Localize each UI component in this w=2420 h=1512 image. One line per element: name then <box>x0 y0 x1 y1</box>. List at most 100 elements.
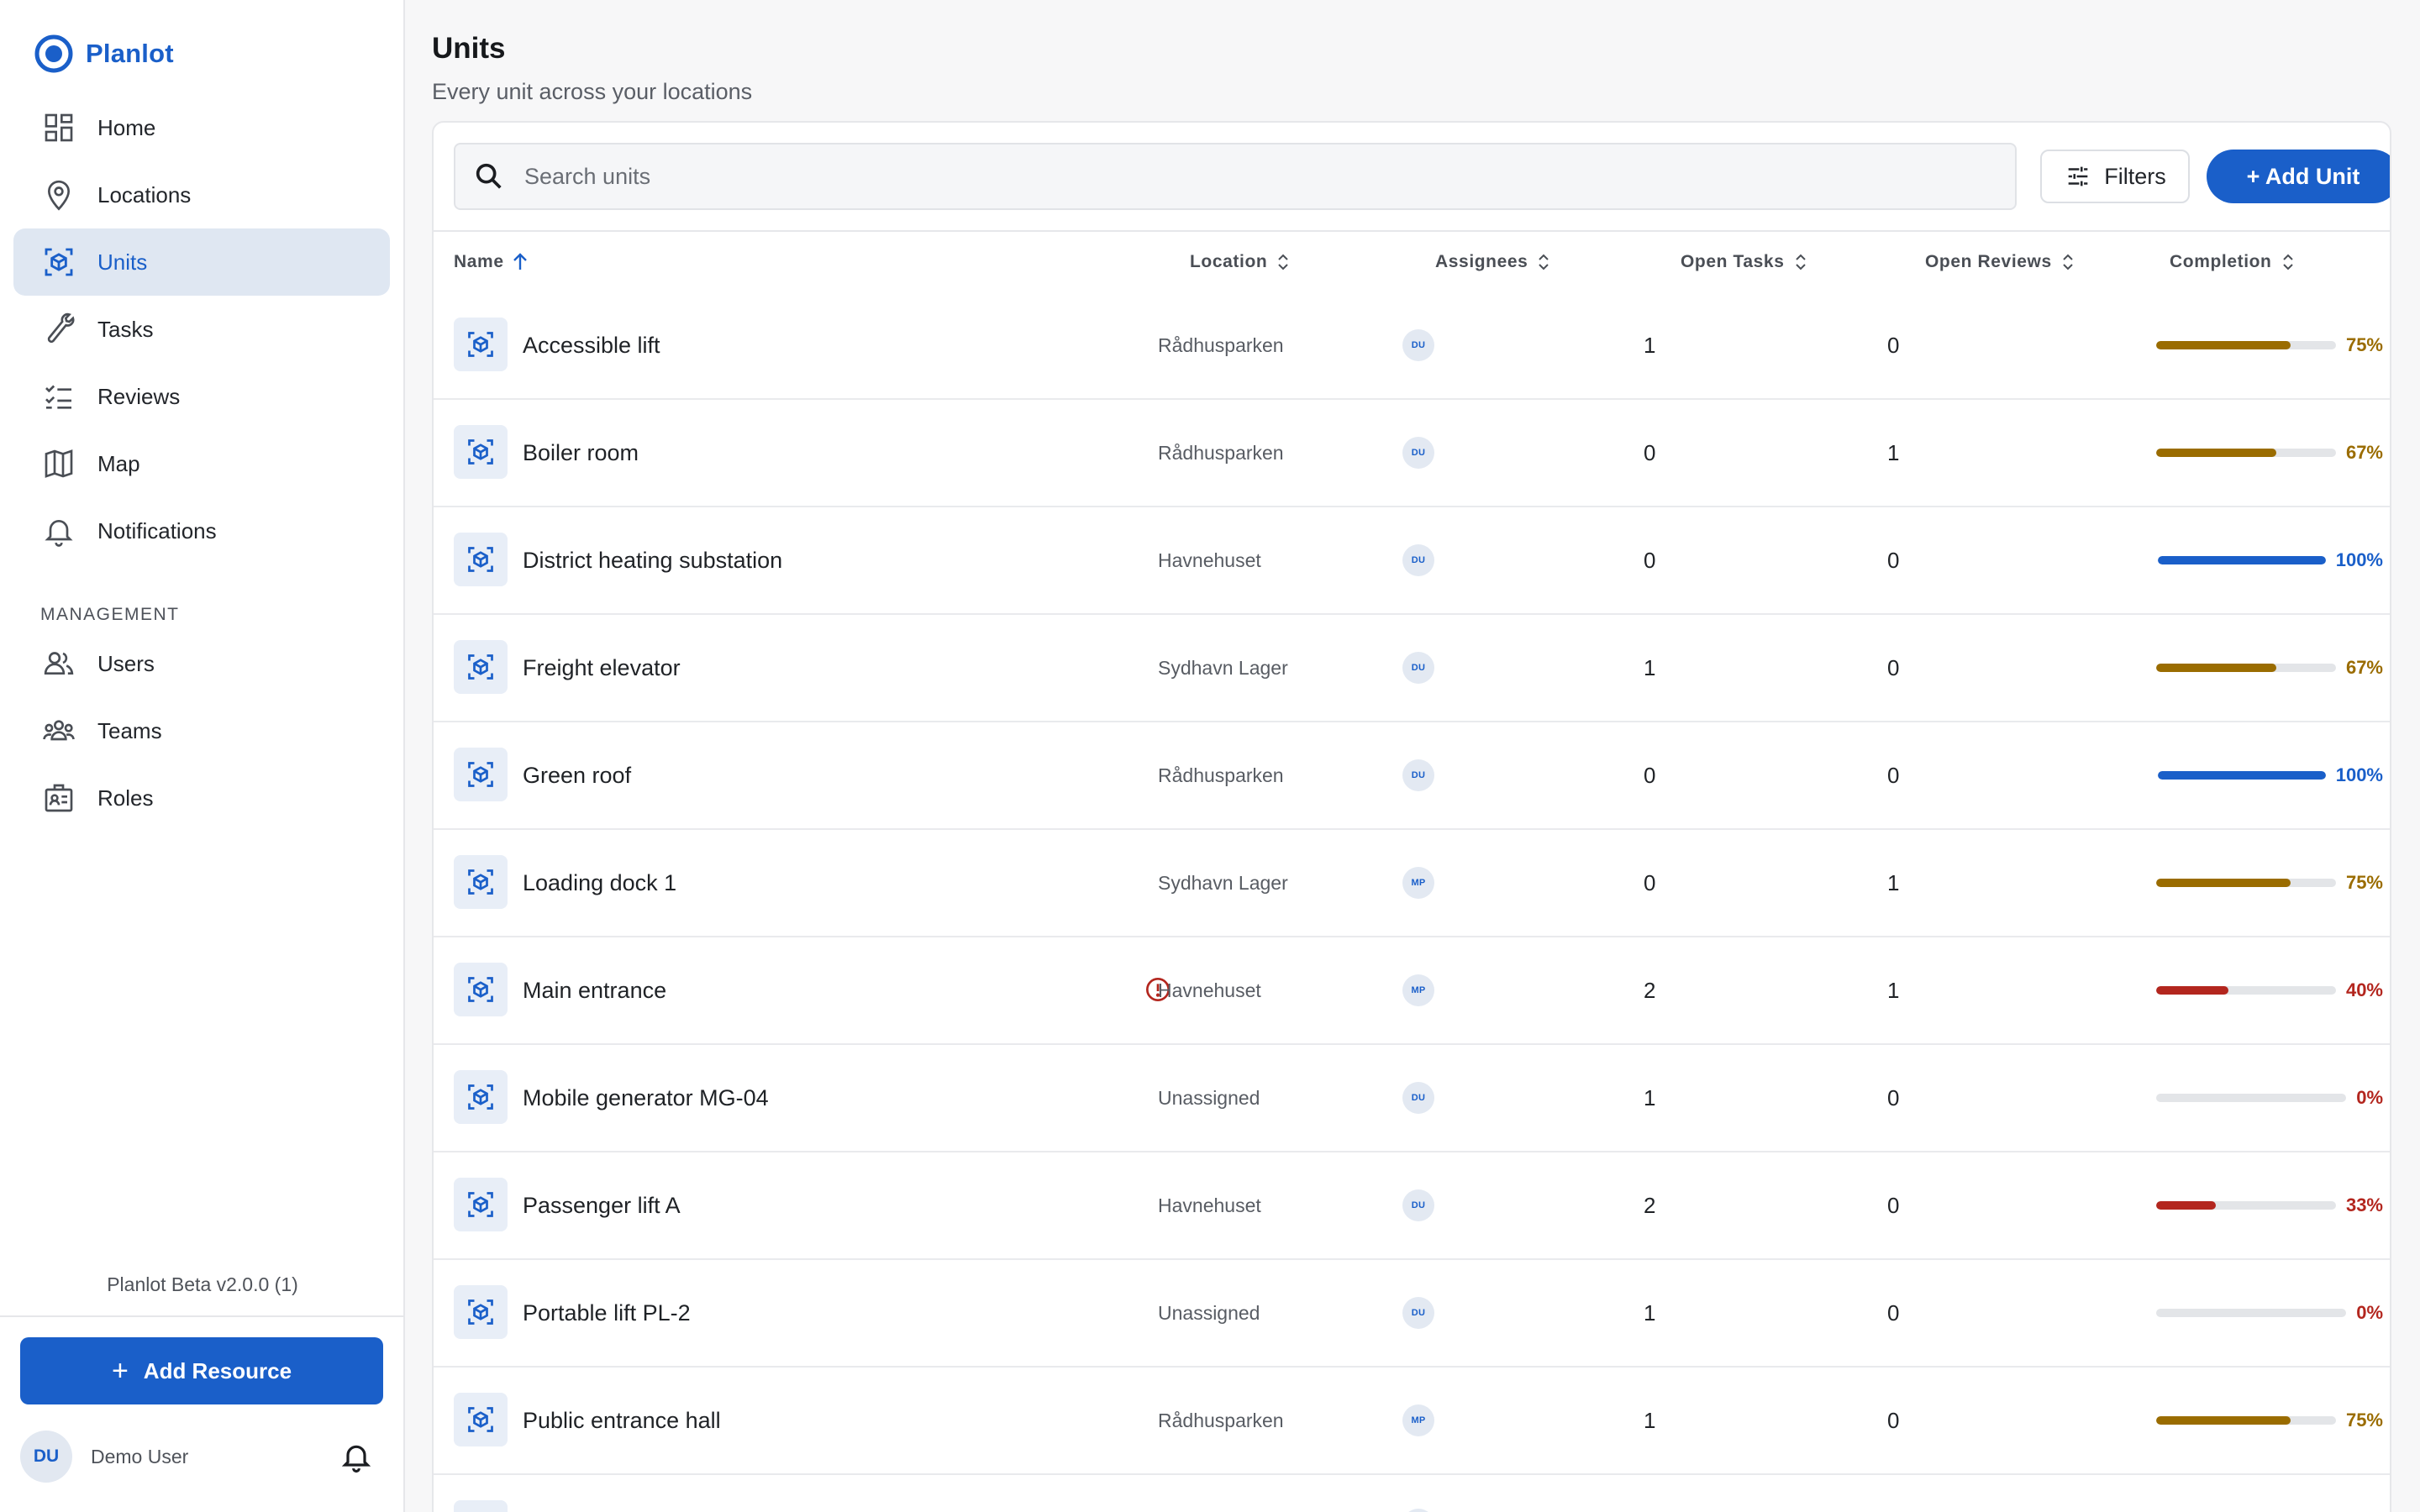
sidebar-item-label: Home <box>97 114 156 140</box>
completion-bar-fill <box>2156 449 2277 457</box>
assignee-avatar[interactable]: DU <box>1402 544 1434 576</box>
table-row[interactable]: Public entrance hall Rådhusparken MP 1 0 75% <box>434 1368 2390 1475</box>
unit-location: Havnehuset <box>1158 549 1261 571</box>
open-reviews-count: 0 <box>1887 1084 1900 1110</box>
unit-name[interactable]: District heating substation <box>523 507 782 613</box>
unit-location: Rådhusparken <box>1158 764 1284 786</box>
sidebar-item-locations[interactable]: Locations <box>13 161 390 228</box>
completion-bar <box>2156 879 2336 887</box>
completion-bar <box>2157 771 2326 780</box>
open-reviews-count: 1 <box>1887 977 1900 1003</box>
table-row[interactable]: Boiler room Rådhusparken DU 0 1 67% <box>434 400 2390 507</box>
assignee-avatar[interactable]: MP <box>1402 867 1434 899</box>
table-row[interactable]: Portable lift PL-2 Unassigned DU 1 0 0% <box>434 1260 2390 1368</box>
unit-name[interactable]: Passenger lift A <box>523 1152 681 1258</box>
sliders-icon <box>2068 166 2088 186</box>
search-box[interactable] <box>454 143 2017 210</box>
main-content: Units Every unit across your locations F… <box>405 0 2420 1512</box>
sidebar-item-teams[interactable]: Teams <box>13 697 390 764</box>
table-row[interactable] <box>434 1475 2390 1512</box>
table-row[interactable]: Loading dock 1 Sydhavn Lager MP 0 1 75% <box>434 830 2390 937</box>
avatar[interactable]: DU <box>20 1431 72 1483</box>
column-header-open-tasks[interactable]: Open Tasks <box>1681 232 1810 292</box>
sidebar-item-label: Notifications <box>97 517 217 543</box>
open-reviews-count: 0 <box>1887 1299 1900 1326</box>
sidebar-item-units[interactable]: Units <box>13 228 390 296</box>
completion-cell: 0% <box>2156 1260 2383 1366</box>
unit-name[interactable]: Portable lift PL-2 <box>523 1260 691 1366</box>
completion-bar-fill <box>2156 664 2277 672</box>
unit-location: Rådhusparken <box>1158 441 1284 464</box>
completion-cell: 100% <box>2156 507 2383 613</box>
completion-bar-fill <box>2156 1416 2291 1425</box>
sidebar-item-label: Users <box>97 650 155 676</box>
open-tasks-count: 1 <box>1644 332 1656 358</box>
table-row[interactable]: Accessible lift Rådhusparken DU 1 0 75% <box>434 292 2390 400</box>
completion-bar <box>2156 664 2336 672</box>
unit-name[interactable]: Boiler room <box>523 400 639 506</box>
filters-button[interactable]: Filters <box>2040 150 2190 203</box>
completion-cell: 33% <box>2156 1152 2383 1258</box>
completion-percent: 75% <box>2345 1410 2383 1431</box>
sidebar-item-map[interactable]: Map <box>13 430 390 497</box>
sidebar-item-roles[interactable]: Roles <box>13 764 390 832</box>
brand[interactable]: Planlot <box>34 32 174 76</box>
sidebar-item-tasks[interactable]: Tasks <box>13 296 390 363</box>
assignee-avatar[interactable]: DU <box>1402 437 1434 469</box>
unit-name[interactable]: Main entrance <box>523 937 666 1043</box>
completion-bar-fill <box>2156 341 2291 349</box>
table-row[interactable]: Main entrance Havnehuset MP 2 1 40% <box>434 937 2390 1045</box>
sort-ascending-icon <box>513 253 527 270</box>
unit-name[interactable]: Accessible lift <box>523 292 660 398</box>
unit-icon <box>454 855 508 909</box>
assignee-avatar[interactable]: DU <box>1402 652 1434 684</box>
unit-name[interactable]: Freight elevator <box>523 615 681 721</box>
assignee-avatar[interactable]: DU <box>1402 1082 1434 1114</box>
unit-name[interactable]: Loading dock 1 <box>523 830 676 936</box>
column-header-name[interactable]: Name <box>454 232 529 292</box>
sidebar-item-label: Reviews <box>97 383 181 409</box>
sidebar-item-notifications[interactable]: Notifications <box>13 497 390 564</box>
completion-bar-fill <box>2156 879 2291 887</box>
unit-icon <box>454 318 508 371</box>
assignee-avatar[interactable]: DU <box>1402 1189 1434 1221</box>
location-pin-icon <box>42 178 76 212</box>
divider <box>0 1315 403 1317</box>
table-row[interactable]: Green roof Rådhusparken DU 0 0 100% <box>434 722 2390 830</box>
sidebar-item-users[interactable]: Users <box>13 630 390 697</box>
sidebar-item-home[interactable]: Home <box>13 94 390 161</box>
completion-cell: 67% <box>2156 615 2383 721</box>
table-row[interactable]: Freight elevator Sydhavn Lager DU 1 0 67% <box>434 615 2390 722</box>
assignee-avatar[interactable]: DU <box>1402 329 1434 361</box>
unit-icon <box>454 640 508 694</box>
brand-name: Planlot <box>86 39 174 68</box>
completion-bar <box>2156 449 2336 457</box>
unit-name[interactable]: Green roof <box>523 722 631 828</box>
add-unit-button[interactable]: + Add Unit <box>2207 150 2390 203</box>
completion-cell: 40% <box>2156 937 2383 1043</box>
sort-toggle-icon <box>1795 254 1806 270</box>
add-resource-button[interactable]: + Add Resource <box>20 1337 383 1404</box>
assignee-avatar[interactable]: DU <box>1402 1297 1434 1329</box>
column-header-completion[interactable]: Completion <box>2170 232 2297 292</box>
assignee-avatar[interactable]: MP <box>1402 974 1434 1006</box>
assignee-avatar[interactable] <box>1402 1509 1434 1512</box>
column-header-location[interactable]: Location <box>1190 232 1292 292</box>
open-tasks-count: 0 <box>1644 439 1656 465</box>
table-row[interactable]: Passenger lift A Havnehuset DU 2 0 33% <box>434 1152 2390 1260</box>
unit-icon <box>454 533 508 586</box>
table-row[interactable]: Mobile generator MG-04 Unassigned DU 1 0 0% <box>434 1045 2390 1152</box>
unit-name[interactable]: Mobile generator MG-04 <box>523 1045 769 1151</box>
unit-name[interactable]: Public entrance hall <box>523 1368 721 1473</box>
table-row[interactable]: District heating substation Havnehuset DU 0… <box>434 507 2390 615</box>
column-header-assignees[interactable]: Assignees <box>1435 232 1553 292</box>
column-header-open-reviews[interactable]: Open Reviews <box>1925 232 2077 292</box>
sidebar-item-reviews[interactable]: Reviews <box>13 363 390 430</box>
user-menu[interactable]: DU Demo User <box>20 1430 383 1483</box>
notification-bell-icon[interactable] <box>339 1440 373 1473</box>
app-version: Planlot Beta v2.0.0 (1) <box>107 1273 298 1295</box>
assignee-avatar[interactable]: MP <box>1402 1404 1434 1436</box>
sidebar-item-label: Units <box>97 249 148 275</box>
assignee-avatar[interactable]: DU <box>1402 759 1434 791</box>
search-input[interactable] <box>524 163 1953 190</box>
